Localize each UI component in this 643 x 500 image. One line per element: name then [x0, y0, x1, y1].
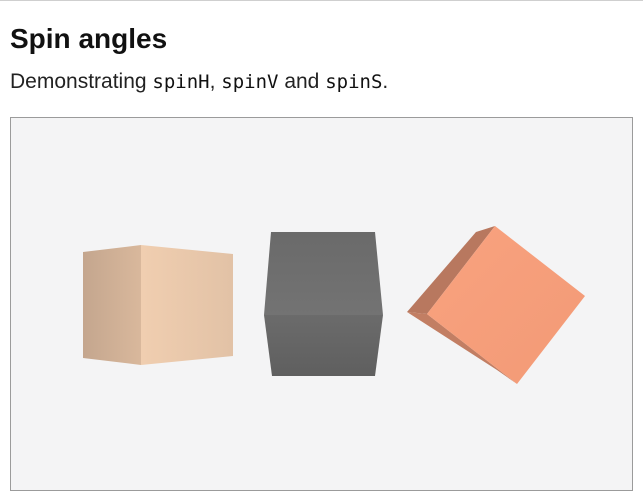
- salmon-cube-front-face: [427, 226, 585, 384]
- gray-cube: [264, 232, 383, 376]
- beige-cube-left-face: [83, 245, 141, 365]
- code-spinH: spinH: [152, 71, 210, 93]
- scene-svg: [83, 226, 585, 384]
- description-lead: Demonstrating: [10, 70, 153, 93]
- description-sep-1: ,: [209, 70, 222, 93]
- description-end: .: [382, 70, 389, 93]
- top-divider: [0, 0, 643, 1]
- beige-cube-front-face: [141, 245, 233, 365]
- salmon-cube: [407, 226, 585, 384]
- page-description: Demonstrating spinH, spinV and spinS.: [10, 68, 388, 96]
- beige-cube: [83, 245, 233, 365]
- gray-cube-upper-face: [264, 232, 383, 315]
- gray-cube-lower-face: [264, 315, 383, 376]
- code-spinV: spinV: [221, 71, 279, 93]
- 3d-scene-canvas[interactable]: [10, 117, 633, 491]
- page-title: Spin angles: [10, 23, 168, 54]
- code-spinS: spinS: [325, 71, 383, 93]
- description-sep-2: and: [278, 70, 326, 93]
